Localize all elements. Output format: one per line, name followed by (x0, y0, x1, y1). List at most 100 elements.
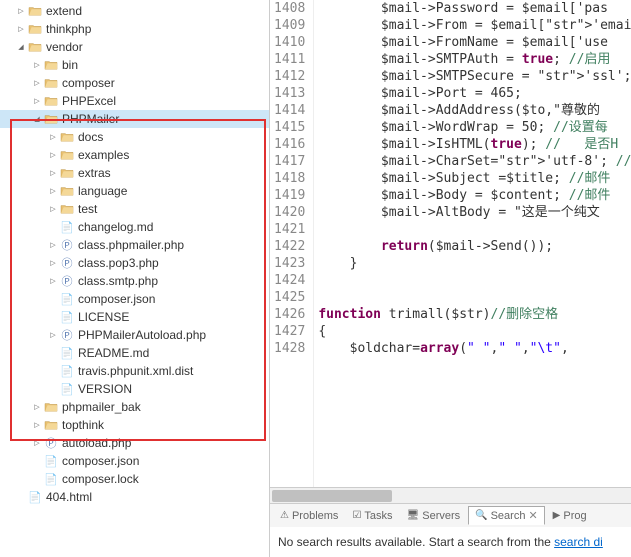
tree-item[interactable]: test (0, 200, 269, 218)
expand-arrow-icon[interactable] (48, 366, 58, 376)
horizontal-scrollbar[interactable] (270, 487, 631, 503)
expand-arrow-icon[interactable] (48, 150, 58, 160)
expand-arrow-icon[interactable] (32, 78, 42, 88)
tree-item[interactable]: 📄README.md (0, 344, 269, 362)
tree-item[interactable]: Ⓟclass.pop3.php (0, 254, 269, 272)
code-line[interactable]: $mail->WordWrap = 50; //设置每 (314, 119, 631, 136)
expand-arrow-icon[interactable] (16, 492, 26, 502)
tree-item[interactable]: 📄LICENSE (0, 308, 269, 326)
expand-arrow-icon[interactable] (32, 402, 42, 412)
line-number: 1416 (274, 136, 305, 153)
tree-item[interactable]: composer (0, 74, 269, 92)
code-line[interactable]: function trimall($str)//删除空格 (314, 306, 631, 323)
code-line[interactable]: return($mail->Send()); (314, 238, 631, 255)
expand-arrow-icon[interactable] (48, 132, 58, 142)
code-line[interactable]: $mail->AltBody = "这是一个纯文 (314, 204, 631, 221)
tab-tasks[interactable]: ☑Tasks (346, 508, 398, 524)
project-explorer[interactable]: extend thinkphp vendorbincomposerPHPExcelP… (0, 0, 270, 557)
code-line[interactable]: { (314, 323, 631, 340)
expand-arrow-icon[interactable] (48, 168, 58, 178)
search-dialog-link[interactable]: search di (554, 535, 603, 549)
tree-item[interactable]: 📄composer.json (0, 290, 269, 308)
code-line[interactable] (314, 272, 631, 289)
tree-item[interactable]: topthink (0, 416, 269, 434)
expand-arrow-icon[interactable] (48, 276, 58, 286)
tree-item[interactable]: 📄changelog.md (0, 218, 269, 236)
tree-item[interactable]: docs (0, 128, 269, 146)
close-icon[interactable]: ✕ (528, 509, 537, 522)
tab-search[interactable]: 🔍Search ✕ (468, 506, 545, 525)
expand-arrow-icon[interactable] (48, 240, 58, 250)
tree-item[interactable]: 📄VERSION (0, 380, 269, 398)
tree-item[interactable]: Ⓟautoload.php (0, 434, 269, 452)
tree-item[interactable]: 📄composer.json (0, 452, 269, 470)
code-line[interactable]: $mail->From = $email["str">'email'] (314, 17, 631, 34)
tree-item[interactable]: PHPMailer (0, 110, 269, 128)
folder-icon (43, 93, 59, 109)
code-editor[interactable]: 1408140914101411141214131414141514161417… (270, 0, 631, 487)
tree-item[interactable]: vendor (0, 38, 269, 56)
expand-arrow-icon[interactable] (48, 312, 58, 322)
expand-arrow-icon[interactable] (48, 258, 58, 268)
code-line[interactable] (314, 289, 631, 306)
tree-item[interactable]: language (0, 182, 269, 200)
expand-arrow-icon[interactable] (16, 24, 26, 34)
expand-arrow-icon[interactable] (16, 6, 26, 16)
tab-servers[interactable]: 🖥Servers (401, 508, 467, 524)
expand-arrow-icon[interactable] (48, 204, 58, 214)
expand-arrow-icon[interactable] (32, 438, 42, 448)
expand-arrow-icon[interactable] (48, 294, 58, 304)
code-content[interactable]: $mail->Password = $email['pas $mail->Fro… (314, 0, 631, 487)
file-icon: 📄 (27, 489, 43, 505)
expand-arrow-icon[interactable] (48, 222, 58, 232)
tree-item[interactable]: 📄composer.lock (0, 470, 269, 488)
code-line[interactable]: $mail->AddAddress($to,"尊敬的 (314, 102, 631, 119)
expand-arrow-icon[interactable] (48, 384, 58, 394)
folder-icon (27, 3, 43, 19)
code-line[interactable]: $mail->SMTPSecure = "str">'ssl'; (314, 68, 631, 85)
tree-item[interactable]: phpmailer_bak (0, 398, 269, 416)
tree-item-label: changelog.md (78, 220, 153, 234)
tree-item-label: README.md (78, 346, 149, 360)
code-line[interactable]: $mail->SMTPAuth = true; //启用 (314, 51, 631, 68)
tree-item[interactable]: bin (0, 56, 269, 74)
tree-item[interactable]: 📄404.html (0, 488, 269, 506)
scroll-thumb[interactable] (272, 490, 392, 502)
collapse-arrow-icon[interactable] (32, 114, 42, 124)
tree-item[interactable]: 📄travis.phpunit.xml.dist (0, 362, 269, 380)
tree-item-label: thinkphp (46, 22, 91, 36)
expand-arrow-icon[interactable] (32, 60, 42, 70)
tree-item[interactable]: Ⓟclass.smtp.php (0, 272, 269, 290)
tree-item[interactable]: extras (0, 164, 269, 182)
tree-item[interactable]: thinkphp (0, 20, 269, 38)
tree-item-label: composer.lock (62, 472, 139, 486)
tab-problems[interactable]: ⚠Problems (274, 508, 344, 524)
expand-arrow-icon[interactable] (48, 348, 58, 358)
collapse-arrow-icon[interactable] (16, 42, 26, 52)
tree-item[interactable]: ⓅPHPMailerAutoload.php (0, 326, 269, 344)
tab-prog[interactable]: ▶Prog (547, 508, 593, 524)
expand-arrow-icon[interactable] (32, 420, 42, 430)
expand-arrow-icon[interactable] (48, 186, 58, 196)
tree-item[interactable]: examples (0, 146, 269, 164)
code-line[interactable]: } (314, 255, 631, 272)
code-line[interactable] (314, 221, 631, 238)
code-line[interactable]: $mail->IsHTML(true); // 是否H (314, 136, 631, 153)
code-line[interactable]: $oldchar=array(" "," ","\t", (314, 340, 631, 357)
expand-arrow-icon[interactable] (32, 456, 42, 466)
expand-arrow-icon[interactable] (32, 474, 42, 484)
code-line[interactable]: $mail->Port = 465; (314, 85, 631, 102)
code-line[interactable]: $mail->Subject =$title; //邮件 (314, 170, 631, 187)
code-line[interactable]: $mail->FromName = $email['use (314, 34, 631, 51)
line-number: 1427 (274, 323, 305, 340)
expand-arrow-icon[interactable] (32, 96, 42, 106)
folder-icon (43, 57, 59, 73)
tree-item[interactable]: extend (0, 2, 269, 20)
code-line[interactable]: $mail->Body = $content; //邮件 (314, 187, 631, 204)
tab-label: Servers (422, 510, 460, 522)
code-line[interactable]: $mail->CharSet="str">'utf-8'; //设置 (314, 153, 631, 170)
expand-arrow-icon[interactable] (48, 330, 58, 340)
tree-item[interactable]: Ⓟclass.phpmailer.php (0, 236, 269, 254)
code-line[interactable]: $mail->Password = $email['pas (314, 0, 631, 17)
tree-item[interactable]: PHPExcel (0, 92, 269, 110)
